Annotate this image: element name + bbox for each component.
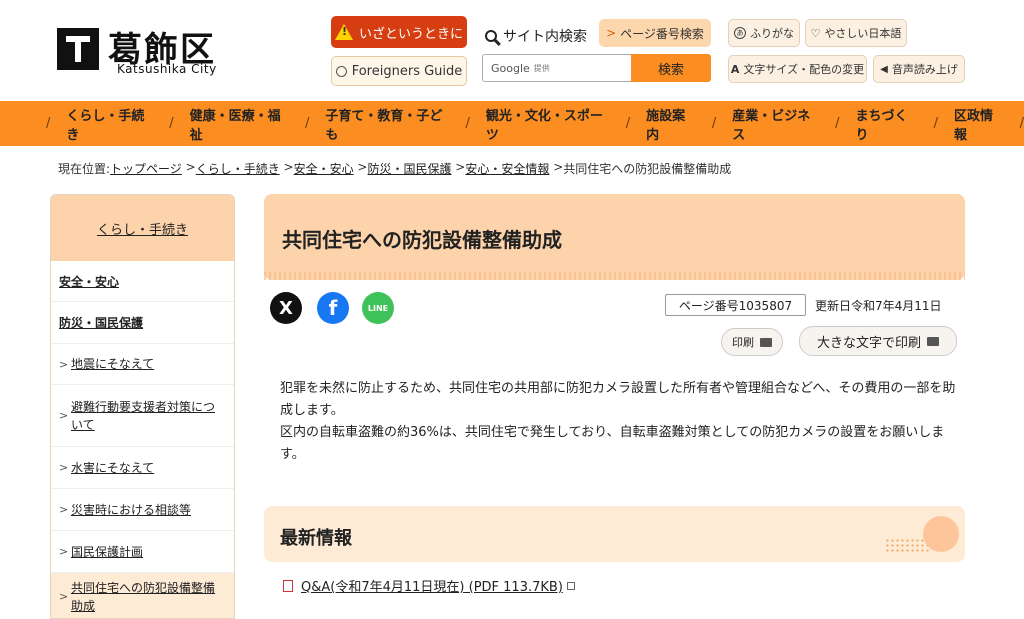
city-logo-mark[interactable] xyxy=(57,28,99,70)
updated-date: 更新日令和7年4月11日 xyxy=(815,299,942,313)
nav-item-living[interactable]: くらし・手続き xyxy=(50,105,169,143)
sidebar-item-label: 共同住宅への防犯設備整備助成 xyxy=(71,580,216,613)
news-heading: 最新情報 xyxy=(280,528,352,549)
nav-item-childcare[interactable]: 子育て・教育・子ども xyxy=(309,105,465,143)
sidebar-item-label: 安全・安心 xyxy=(59,274,120,289)
sidebar-item-label: 防災・国民保護 xyxy=(59,316,144,330)
x-share-icon[interactable]: X xyxy=(270,292,302,324)
foreigners-guide-label: Foreigners Guide xyxy=(351,63,463,79)
breadcrumb-prefix: 現在位置: xyxy=(58,162,111,176)
nav-item-town[interactable]: まちづくり xyxy=(839,105,933,143)
easy-japanese-button[interactable]: ♡ やさしい日本語 xyxy=(805,19,907,47)
breadcrumb-link-living[interactable]: くらし・手続き xyxy=(196,160,280,177)
global-nav: / くらし・手続き / 健康・医療・福祉 / 子育て・教育・子ども / 観光・文… xyxy=(0,101,1024,146)
print-button[interactable]: 印刷 xyxy=(721,328,783,356)
voice-reader-button[interactable]: ◀ 音声読み上げ xyxy=(873,55,965,83)
large-print-label: 大きな文字で印刷 xyxy=(816,335,921,351)
search-button[interactable]: 検索 xyxy=(631,54,711,82)
sidebar-heading[interactable]: くらし・手続き xyxy=(51,195,234,261)
pdf-icon xyxy=(283,579,293,592)
furigana-button[interactable]: あ ふりがな xyxy=(728,19,800,47)
breadcrumb-separator: > xyxy=(181,160,196,174)
body-text: 犯罪を未然に防止するため、共同住宅の共用部に防犯カメラ設置した所有者や管理組合な… xyxy=(280,378,960,466)
breadcrumb-link-top[interactable]: トップページ xyxy=(110,160,182,177)
furigana-label: ふりがな xyxy=(750,27,794,40)
breadcrumb-link-disaster[interactable]: 防災・国民保護 xyxy=(367,160,451,177)
search-input[interactable]: Google 提供 xyxy=(482,54,632,82)
page-number-search-label: ページ番号検索 xyxy=(620,26,704,41)
sidebar-item-flood[interactable]: 水害にそなえて xyxy=(51,447,234,489)
font-color-button[interactable]: A 文字サイズ・配色の変更 xyxy=(728,55,867,83)
body-paragraph: 犯罪を未然に防止するため、共同住宅の共用部に防犯カメラ設置した所有者や管理組合な… xyxy=(280,381,956,418)
emergency-button[interactable]: いざというときに xyxy=(331,16,467,48)
printer-icon xyxy=(760,337,772,347)
decorative-circle xyxy=(923,516,959,552)
news-pdf-link[interactable]: Q&A(令和7年4月11日現在) (PDF 113.7KB) xyxy=(301,576,563,595)
nav-separator: / xyxy=(1019,116,1024,131)
sidebar-item-disaster[interactable]: 防災・国民保護 xyxy=(51,302,234,344)
heart-icon: ♡ xyxy=(810,26,821,40)
font-color-label: 文字サイズ・配色の変更 xyxy=(743,63,865,76)
sidebar-item-evacuation-support[interactable]: 避難行動要支援者対策について xyxy=(51,385,234,447)
large-print-button[interactable]: 大きな文字で印刷 xyxy=(799,326,957,356)
page-number-badge: ページ番号1035807 xyxy=(665,294,806,316)
print-label: 印刷 xyxy=(732,336,754,349)
facebook-share-icon[interactable]: f xyxy=(317,292,349,324)
breadcrumb: 現在位置: トップページ > くらし・手続き > 安全・安心 > 防災・国民保護… xyxy=(58,160,731,177)
nav-item-facilities[interactable]: 施設案内 xyxy=(630,105,712,143)
voice-reader-label: 音声読み上げ xyxy=(891,63,958,76)
nav-item-business[interactable]: 産業・ビジネス xyxy=(716,105,835,143)
sidebar-item-label: 避難行動要支援者対策について xyxy=(71,399,216,432)
foreigners-guide-button[interactable]: Foreigners Guide xyxy=(331,56,467,86)
speaker-icon: ◀ xyxy=(880,63,888,75)
nav-item-tourism[interactable]: 観光・文化・スポーツ xyxy=(470,105,626,143)
sidebar-item-label: 水害にそなえて xyxy=(71,460,155,475)
sidebar: くらし・手続き 安全・安心 防災・国民保護 地震にそなえて 避難行動要支援者対策… xyxy=(50,194,235,619)
decorative-dots xyxy=(885,538,929,554)
sidebar-item-label: 国民保護計画 xyxy=(71,544,144,559)
nav-item-health[interactable]: 健康・医療・福祉 xyxy=(174,105,305,143)
page-number-search-button[interactable]: > ページ番号検索 xyxy=(599,19,711,47)
nav-item-government[interactable]: 区政情報 xyxy=(938,105,1020,143)
site-search-label: サイト内検索 xyxy=(503,29,587,45)
sidebar-item-current[interactable]: 共同住宅への防犯設備整備助成 xyxy=(51,573,234,618)
text-size-icon: A xyxy=(730,62,740,76)
sidebar-item-civil-protection[interactable]: 国民保護計画 xyxy=(51,531,234,573)
sidebar-item-earthquake[interactable]: 地震にそなえて xyxy=(51,344,234,385)
warning-icon xyxy=(334,24,353,40)
sidebar-item-label: 地震にそなえて xyxy=(71,357,155,371)
chevron-right-icon: > xyxy=(606,26,617,40)
breadcrumb-separator: > xyxy=(451,160,466,174)
news-heading-box: 最新情報 xyxy=(264,506,965,562)
search-provided: 提供 xyxy=(533,63,550,73)
breadcrumb-link-security[interactable]: 安心・安全情報 xyxy=(465,160,549,177)
sidebar-item-safety[interactable]: 安全・安心 xyxy=(51,261,234,302)
sidebar-item-consultation[interactable]: 災害時における相談等 xyxy=(51,489,234,531)
page-title: 共同住宅への防犯設備整備助成 xyxy=(282,228,562,252)
breadcrumb-current: 共同住宅への防犯設備整備助成 xyxy=(563,162,732,176)
breadcrumb-separator: > xyxy=(549,160,564,174)
printer-icon xyxy=(927,336,939,346)
line-share-icon[interactable]: LINE xyxy=(362,292,394,324)
external-window-icon xyxy=(566,581,575,590)
search-icon xyxy=(485,30,497,42)
page-title-box: 共同住宅への防犯設備整備助成 xyxy=(264,194,965,280)
site-search-heading: サイト内検索 xyxy=(485,26,587,46)
news-list-item: Q&A(令和7年4月11日現在) (PDF 113.7KB) xyxy=(283,576,575,595)
breadcrumb-separator: > xyxy=(279,160,294,174)
breadcrumb-link-safety[interactable]: 安全・安心 xyxy=(294,160,354,177)
body-paragraph: 区内の自転車盗難の約36%は、共同住宅で発生しており、自転車盗難対策としての防犯… xyxy=(280,425,945,462)
search-placeholder: Google xyxy=(491,61,530,75)
easy-japanese-label: やさしい日本語 xyxy=(824,27,902,40)
sidebar-item-label: 災害時における相談等 xyxy=(71,502,192,517)
breadcrumb-separator: > xyxy=(353,160,368,174)
emergency-label: いざというときに xyxy=(358,26,463,42)
furigana-icon: あ xyxy=(734,27,746,39)
city-logo-subtitle: Katsushika City xyxy=(117,62,217,76)
globe-icon xyxy=(335,65,347,77)
sidebar-heading-label: くらし・手続き xyxy=(96,222,188,238)
